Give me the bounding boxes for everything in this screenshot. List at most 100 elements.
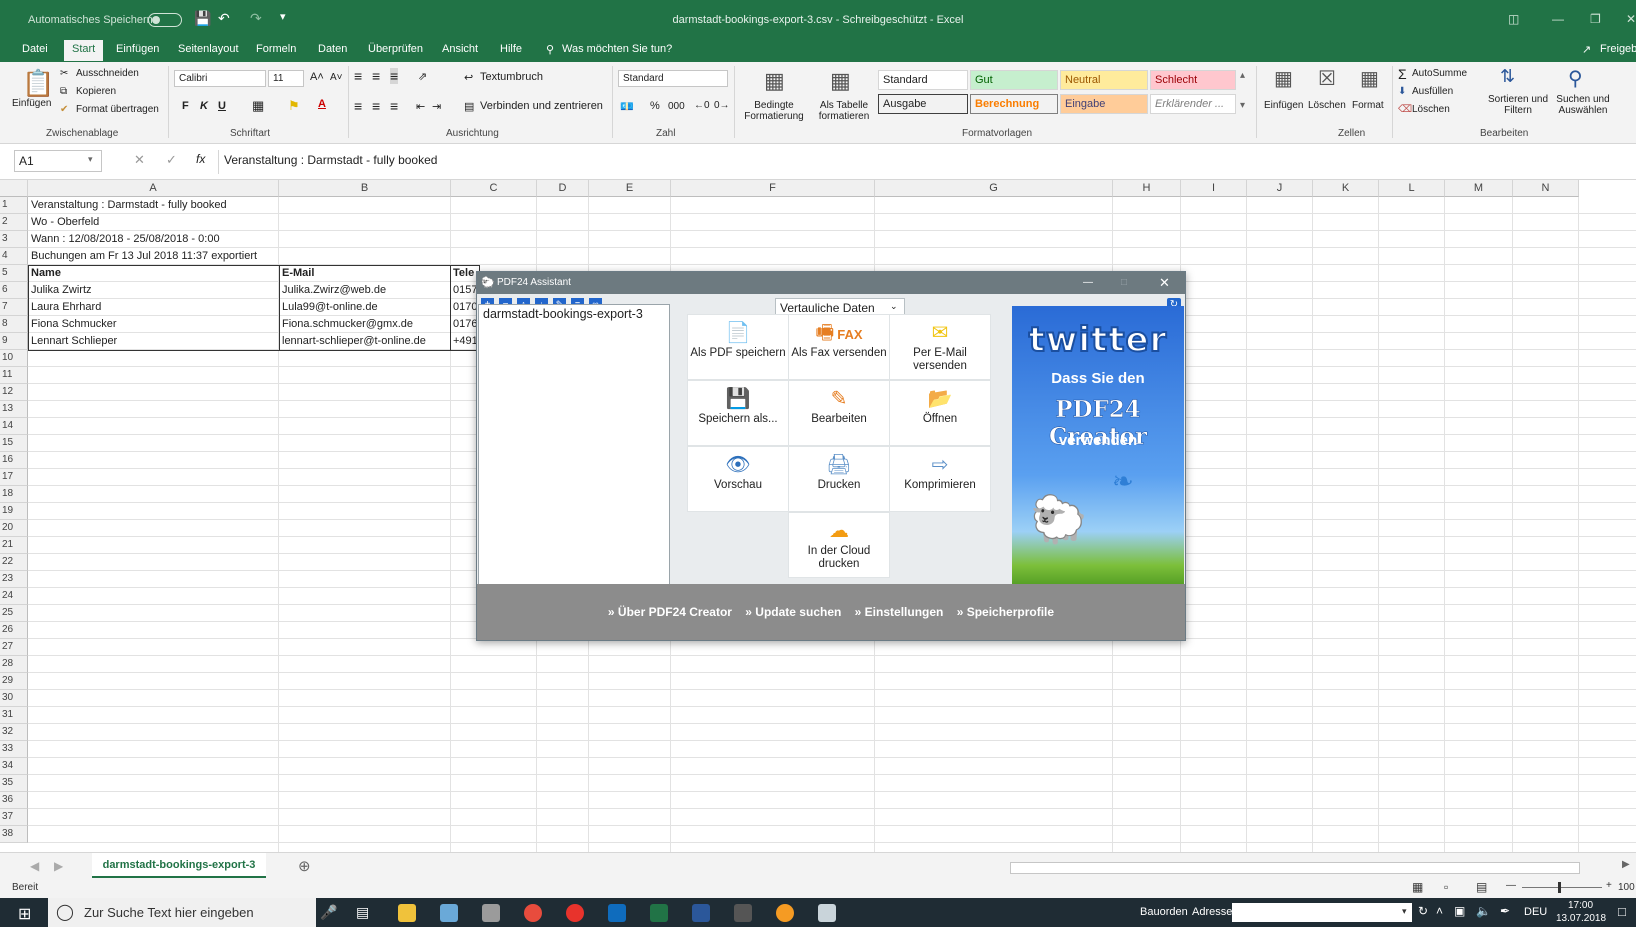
row-header-33[interactable]: 33 <box>0 741 28 758</box>
column-header-g[interactable]: G <box>875 180 1113 197</box>
twitter-ad-banner[interactable]: twitter Dass Sie den PDF24 Creator verwe… <box>1012 306 1184 588</box>
style-gut[interactable]: Gut <box>970 70 1058 90</box>
paste-button[interactable]: Einfügen <box>12 98 51 109</box>
tab-ueberpruefen[interactable]: Überprüfen <box>368 43 423 55</box>
pen-icon[interactable]: ✒ <box>1500 904 1510 918</box>
style-eingabe[interactable]: Eingabe <box>1060 94 1148 114</box>
cut-button[interactable]: Ausschneiden <box>76 68 139 79</box>
tab-einfuegen[interactable]: Einfügen <box>116 43 159 55</box>
normal-view-icon[interactable]: ▦ <box>1412 880 1423 894</box>
tile-cloud-print[interactable]: ☁ In der Cloud drucken <box>788 512 890 578</box>
row-header-35[interactable]: 35 <box>0 775 28 792</box>
increase-decimal-icon[interactable]: ←0 <box>694 100 710 111</box>
align-bottom-icon[interactable]: ≡ <box>390 68 399 84</box>
percent-button[interactable]: % <box>650 100 660 112</box>
merge-center-button[interactable]: Verbinden und zentrieren <box>480 100 603 112</box>
clear-button[interactable]: Löschen <box>1412 104 1450 115</box>
row-header-31[interactable]: 31 <box>0 707 28 724</box>
zoom-out-icon[interactable]: — <box>1506 880 1516 891</box>
underline-button[interactable]: U <box>218 100 226 112</box>
style-berechnung[interactable]: Berechnung <box>970 94 1058 114</box>
format-painter-icon[interactable]: ✔ <box>60 104 68 115</box>
autosum-icon[interactable]: Σ <box>1398 66 1407 82</box>
row-header-23[interactable]: 23 <box>0 571 28 588</box>
task-view-icon[interactable]: ▤ <box>356 904 369 921</box>
align-center-icon[interactable]: ≡ <box>372 98 380 114</box>
copy-icon[interactable]: ⧉ <box>60 86 67 97</box>
windows-start-icon[interactable]: ⊞ <box>18 904 31 924</box>
language-indicator[interactable]: DEU <box>1524 906 1547 918</box>
copy-button[interactable]: Kopieren <box>76 86 116 97</box>
merge-icon[interactable]: ▤ <box>464 100 474 113</box>
zoom-slider-thumb[interactable] <box>1558 882 1561 893</box>
border-icon[interactable]: ▦ <box>252 98 264 114</box>
column-header-e[interactable]: E <box>589 180 671 197</box>
format-painter-button[interactable]: Format übertragen <box>76 104 159 115</box>
tile-save-as[interactable]: 💾 Speichern als... <box>687 380 789 446</box>
clock-date[interactable]: 13.07.2018 <box>1556 913 1606 924</box>
outlook-icon[interactable] <box>608 904 626 922</box>
file-explorer-icon[interactable] <box>398 904 416 922</box>
microphone-icon[interactable]: 🎤 <box>320 904 337 921</box>
prev-sheet-icon[interactable]: ◀ <box>30 859 39 873</box>
row-header-28[interactable]: 28 <box>0 656 28 673</box>
tell-me-input[interactable]: Was möchten Sie tun? <box>562 43 672 55</box>
style-erklaerender[interactable]: Erklärender ... <box>1150 94 1236 114</box>
row-header-22[interactable]: 22 <box>0 554 28 571</box>
bold-button[interactable]: F <box>182 100 189 112</box>
style-ausgabe[interactable]: Ausgabe <box>878 94 968 114</box>
row-header-19[interactable]: 19 <box>0 503 28 520</box>
cancel-icon[interactable]: ✕ <box>134 152 145 168</box>
row-header-14[interactable]: 14 <box>0 418 28 435</box>
file-list-item[interactable]: darmstadt-bookings-export-3 <box>483 307 643 321</box>
row-header-5[interactable]: 5 <box>0 265 28 282</box>
font-grow-icon[interactable]: A˄ <box>310 71 324 83</box>
name-box-dropdown-icon[interactable]: ▾ <box>88 154 93 165</box>
opera-icon[interactable] <box>566 904 584 922</box>
footer-link-profiles[interactable]: » Speicherprofile <box>957 605 1054 619</box>
page-layout-view-icon[interactable]: ▫ <box>1444 880 1448 894</box>
decrease-decimal-icon[interactable]: 0→ <box>714 100 730 111</box>
tile-printer[interactable]: 🖨 Drucken <box>788 446 890 512</box>
styles-scroll-up-icon[interactable]: ▴ <box>1240 70 1245 81</box>
indent-decrease-icon[interactable]: ⇤ <box>416 100 425 113</box>
zoom-slider[interactable] <box>1522 887 1602 888</box>
delete-cells-icon[interactable]: ☒ <box>1318 66 1336 91</box>
file-list[interactable]: darmstadt-bookings-export-3 <box>478 304 670 586</box>
close-icon[interactable]: ✕ <box>1626 12 1636 26</box>
tile-pdf-save[interactable]: 📄 Als PDF speichern <box>687 314 789 380</box>
word-icon[interactable] <box>692 904 710 922</box>
share-button[interactable]: Freigeb <box>1600 43 1636 55</box>
function-icon[interactable]: fx <box>196 152 205 166</box>
row-header-8[interactable]: 8 <box>0 316 28 333</box>
zoom-in-icon[interactable]: + <box>1606 880 1612 891</box>
cell-a2[interactable]: Wo - Oberfeld <box>28 214 428 231</box>
row-header-16[interactable]: 16 <box>0 452 28 469</box>
align-right-icon[interactable]: ≡ <box>390 98 398 114</box>
align-middle-icon[interactable]: ≡ <box>372 68 380 84</box>
enter-icon[interactable]: ✓ <box>166 152 177 168</box>
notifications-icon[interactable]: □ <box>1618 904 1626 919</box>
zoom-level[interactable]: 100 <box>1618 882 1635 893</box>
align-top-icon[interactable]: ≡ <box>354 68 362 84</box>
conditional-format-button[interactable]: Bedingte Formatierung <box>740 100 808 122</box>
formula-input[interactable]: Veranstaltung : Darmstadt - fully booked <box>224 153 437 167</box>
row-header-10[interactable]: 10 <box>0 350 28 367</box>
tab-seitenlayout[interactable]: Seitenlayout <box>178 43 239 55</box>
font-name-select[interactable]: Calibri <box>174 70 266 87</box>
wrap-text-button[interactable]: Textumbruch <box>480 71 543 83</box>
style-neutral[interactable]: Neutral <box>1060 70 1148 90</box>
address-input[interactable] <box>1232 903 1412 922</box>
autosum-button[interactable]: AutoSumme <box>1412 68 1467 79</box>
tile-eye[interactable]: 👁 Vorschau <box>687 446 789 512</box>
sort-filter-icon[interactable]: ⇅ <box>1500 66 1515 87</box>
column-header-f[interactable]: F <box>671 180 875 197</box>
indent-increase-icon[interactable]: ⇥ <box>432 100 441 113</box>
tile-pencil[interactable]: ✎ Bearbeiten <box>788 380 890 446</box>
row-header-15[interactable]: 15 <box>0 435 28 452</box>
row-header-32[interactable]: 32 <box>0 724 28 741</box>
row-header-7[interactable]: 7 <box>0 299 28 316</box>
volume-icon[interactable]: 🔈 <box>1476 904 1491 918</box>
tab-daten[interactable]: Daten <box>318 43 347 55</box>
tab-formeln[interactable]: Formeln <box>256 43 296 55</box>
